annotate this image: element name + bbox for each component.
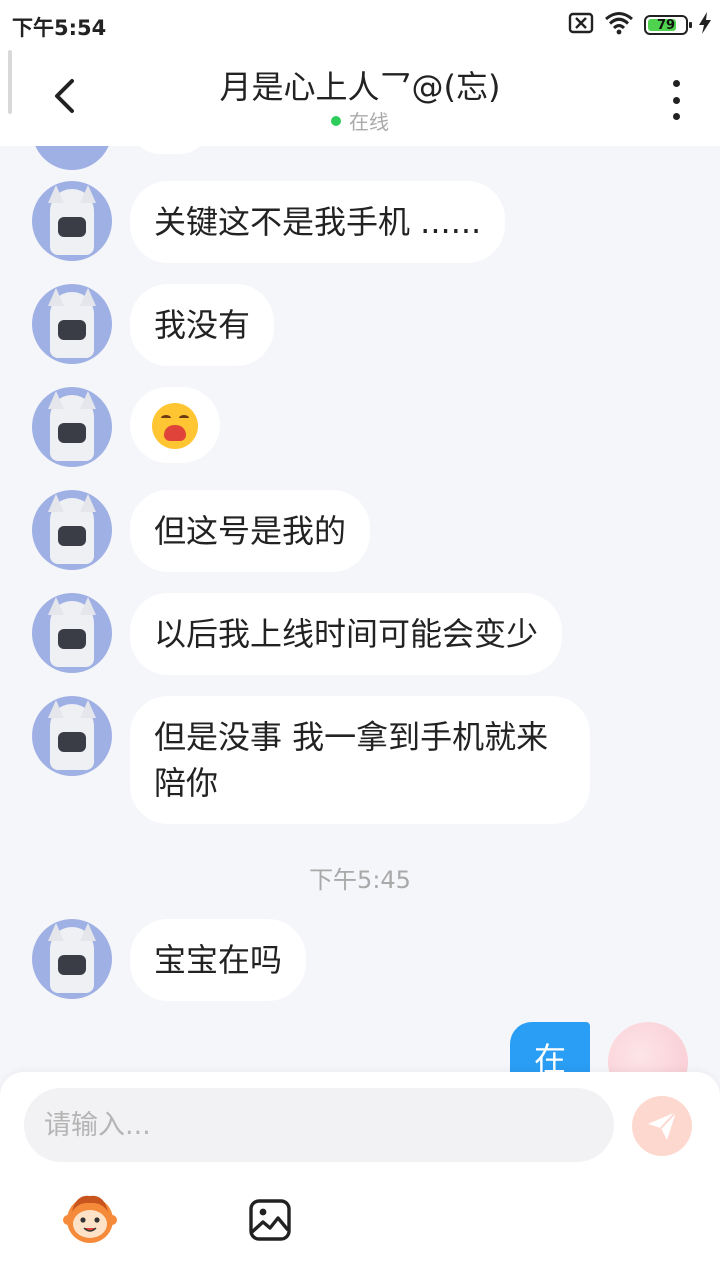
avatar[interactable] (32, 593, 112, 673)
avatar-mask (58, 217, 86, 237)
send-icon (648, 1111, 677, 1140)
emoji-mouth (164, 425, 186, 441)
avatar-mask (58, 732, 86, 752)
own-avatar[interactable] (608, 1022, 688, 1076)
own-message-row: 在 (509, 1022, 688, 1076)
message-bubble-partial (130, 146, 210, 154)
message-row: 但这号是我的 (32, 490, 371, 572)
message-bubble: 关键这不是我手机 ...... (130, 181, 506, 263)
own-message-bubble: 在 (509, 1022, 590, 1076)
avatar-ear (48, 185, 64, 203)
message-row: 关键这不是我手机 ...... (32, 181, 506, 263)
sim-missing-icon (568, 12, 594, 38)
avatar[interactable] (32, 919, 112, 999)
avatar-ear (48, 700, 64, 718)
more-vertical-icon (672, 80, 680, 87)
avatar-ear (80, 288, 96, 306)
message-row: 但是没事 我一拿到手机就来陪你 (32, 696, 590, 824)
avatar-ear (48, 391, 64, 409)
avatar-ear (80, 391, 96, 409)
message-list[interactable]: 关键这不是我手机 ...... 我没有 但这号是我的 以后我上线时间可能会变少 … (0, 146, 720, 1076)
avatar-ear (48, 288, 64, 306)
send-button[interactable] (632, 1096, 692, 1156)
image-icon (249, 1199, 291, 1241)
message-row: 以后我上线时间可能会变少 (32, 593, 563, 675)
emoji-sticker-icon (63, 1195, 117, 1243)
message-row: 我没有 (32, 284, 275, 366)
charging-icon (698, 11, 712, 39)
emoji-eye (161, 415, 171, 421)
more-vertical-icon-dot (672, 113, 680, 120)
message-bubble-emoji (130, 387, 220, 463)
avatar-ear (80, 185, 96, 203)
crying-laughing-emoji-icon (152, 403, 198, 449)
chat-screen: 下午5:54 79 月是心上人乛@(忘) 在线 关键这不是我手机 ...... … (0, 0, 720, 1280)
avatar-ear (80, 597, 96, 615)
avatar-mask (58, 629, 86, 649)
status-time: 下午5:54 (12, 16, 107, 40)
battery-icon: 79 (644, 15, 692, 35)
avatar-mask (58, 526, 86, 546)
avatar[interactable] (32, 387, 112, 467)
online-status: 在线 (0, 106, 720, 135)
avatar[interactable] (32, 284, 112, 364)
battery-level: 79 (656, 17, 676, 33)
avatar-mask (58, 320, 86, 340)
message-bubble: 我没有 (130, 284, 275, 366)
status-bar: 下午5:54 79 (0, 0, 720, 50)
more-options-button[interactable] (660, 80, 692, 120)
avatar[interactable] (32, 146, 112, 170)
avatar-ear (80, 923, 96, 941)
message-input[interactable] (24, 1088, 614, 1162)
message-bubble: 但这号是我的 (130, 490, 371, 572)
avatar-ear (80, 494, 96, 512)
avatar[interactable] (32, 490, 112, 570)
avatar-ear (48, 597, 64, 615)
message-bubble: 宝宝在吗 (130, 919, 307, 1001)
online-dot-icon (331, 115, 341, 126)
avatar-ear (48, 494, 64, 512)
message-row (32, 387, 220, 467)
status-icons: 79 (568, 12, 712, 38)
avatar-mask (58, 423, 86, 443)
chat-title: 月是心上人乛@(忘) (219, 68, 501, 106)
wifi-icon (604, 11, 634, 39)
avatar[interactable] (32, 181, 112, 261)
avatar[interactable] (32, 696, 112, 776)
chat-header: 月是心上人乛@(忘) 在线 (0, 50, 720, 146)
emoji-eye (179, 415, 189, 421)
message-bubble: 以后我上线时间可能会变少 (130, 593, 563, 675)
avatar-mask (58, 955, 86, 975)
input-panel (0, 1072, 720, 1280)
avatar-ear (48, 923, 64, 941)
message-row: 宝宝在吗 (32, 919, 307, 1001)
emoji-sticker-button[interactable] (62, 1190, 118, 1246)
time-divider: 下午5:45 (309, 866, 411, 894)
image-picker-button[interactable] (248, 1198, 292, 1242)
more-vertical-icon-dot (672, 96, 680, 104)
avatar-ear (80, 700, 96, 718)
message-bubble: 但是没事 我一拿到手机就来陪你 (130, 696, 590, 824)
online-status-label: 在线 (349, 110, 389, 134)
